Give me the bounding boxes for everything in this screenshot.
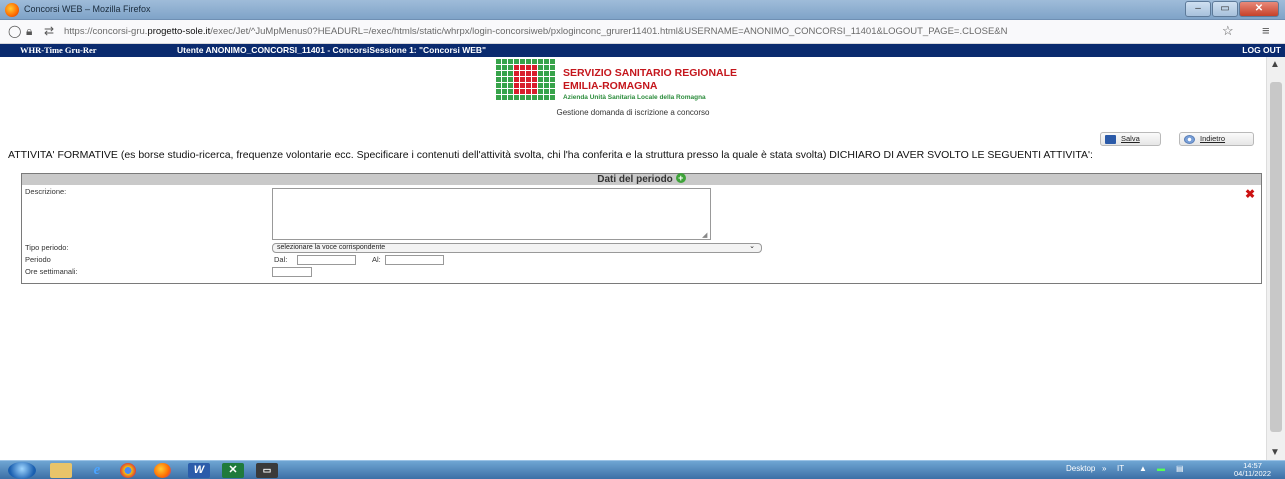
tipo-periodo-value: selezionare la voce corrispondente: [277, 244, 386, 251]
network-icon[interactable]: ▤: [1176, 464, 1184, 473]
subtitle-text: Gestione domanda di iscrizione a concors…: [556, 108, 710, 117]
floppy-icon: [1105, 135, 1116, 144]
save-label: Salva: [1121, 134, 1140, 143]
excel-icon[interactable]: ✕: [222, 463, 244, 478]
add-icon[interactable]: +: [675, 173, 686, 184]
back-button[interactable]: Indietro: [1179, 132, 1254, 146]
language-indicator[interactable]: IT: [1117, 464, 1124, 473]
save-button[interactable]: Salva: [1100, 132, 1161, 146]
user-info: Utente ANONIMO_CONCORSI_11401 - Concorsi…: [177, 45, 487, 55]
taskbar: e W ✕ ▭ Desktop » IT ▲ ▬ ▤ 14:57 04/11/2…: [0, 460, 1285, 479]
chevron-down-icon: ⌄: [749, 243, 755, 250]
delete-icon[interactable]: ✖: [1245, 187, 1255, 201]
logo-line2: EMILIA-ROMAGNA: [563, 80, 658, 92]
shield-icon[interactable]: ◯: [8, 24, 21, 38]
period-panel: Dati del periodo + ✖ Descrizione: ◢ Tipo …: [21, 173, 1262, 284]
resize-grip-icon[interactable]: ◢: [702, 231, 707, 239]
ssr-logo-icon: [496, 59, 556, 100]
main-content: SERVIZIO SANITARIO REGIONALE EMILIA-ROMA…: [0, 57, 1266, 460]
url-domain: progetto-sole.it: [147, 26, 211, 37]
window-title: Concorsi WEB – Mozilla Firefox: [24, 4, 151, 14]
system-clock[interactable]: 14:57 04/11/2022: [1234, 462, 1271, 478]
panel-header: Dati del periodo +: [22, 173, 1261, 185]
dal-label: Dal:: [274, 255, 288, 264]
al-input[interactable]: [385, 255, 444, 265]
start-button-icon[interactable]: [8, 462, 36, 479]
window-app-icon[interactable]: ▭: [256, 463, 278, 478]
maximize-button[interactable]: ▭: [1212, 1, 1238, 17]
logo-line3: Azienda Unità Sanitaria Locale della Rom…: [563, 94, 706, 101]
internet-explorer-icon[interactable]: e: [86, 463, 108, 478]
close-button[interactable]: ✕: [1239, 1, 1279, 17]
scroll-down-icon[interactable]: ▼: [1270, 447, 1280, 458]
url-prefix: https://concorsi-gru.: [64, 26, 148, 37]
page-scrollbar[interactable]: ▲ ▼: [1266, 57, 1285, 460]
logout-link[interactable]: LOG OUT: [1242, 45, 1281, 55]
url-path: /exec/Jet/^JuMpMenus0?HEADURL=/exec/html…: [210, 26, 1008, 37]
expand-icon[interactable]: »: [1102, 464, 1106, 473]
bookmark-star-icon[interactable]: ☆: [1222, 23, 1234, 39]
app-header: WHR-Time Gru-Rer Utente ANONIMO_CONCORSI…: [0, 44, 1285, 57]
battery-icon[interactable]: ▬: [1157, 464, 1165, 473]
word-icon[interactable]: W: [188, 463, 210, 478]
logo-text: SERVIZIO SANITARIO REGIONALE EMILIA-ROMA…: [563, 67, 737, 102]
tray-arrow-icon[interactable]: ▲: [1139, 464, 1147, 473]
back-arrow-icon: [1184, 135, 1195, 144]
scrollbar-thumb[interactable]: [1270, 82, 1282, 432]
clock-date: 04/11/2022: [1234, 469, 1271, 478]
firefox-icon: [5, 3, 19, 17]
permissions-icon[interactable]: ⇄: [44, 24, 54, 38]
menu-icon[interactable]: ≡: [1262, 23, 1270, 38]
desktop-toolbar[interactable]: Desktop: [1066, 464, 1095, 473]
lock-icon[interactable]: 🔒︎: [26, 24, 32, 39]
ore-settimanali-input[interactable]: [272, 267, 312, 277]
page-subtitle: Gestione domanda di iscrizione a concors…: [0, 108, 1266, 117]
address-input[interactable]: https://concorsi-gru.progetto-sole.it/ex…: [64, 26, 1214, 37]
periodo-label: Periodo: [25, 255, 51, 264]
descrizione-textarea[interactable]: [272, 188, 711, 240]
section-heading: ATTIVITA' FORMATIVE (es borse studio-ric…: [8, 149, 1093, 161]
ore-settimanali-label: Ore settimanali:: [25, 267, 78, 276]
app-name: WHR-Time Gru-Rer: [20, 45, 97, 55]
firefox-taskbar-icon[interactable]: [154, 463, 171, 478]
al-label: Al:: [372, 255, 381, 264]
panel-title: Dati del periodo: [597, 174, 673, 185]
descrizione-label: Descrizione:: [25, 187, 67, 196]
url-bar: ◯ 🔒︎ ⇄ https://concorsi-gru.progetto-sol…: [0, 20, 1285, 44]
logo-line1: SERVIZIO SANITARIO REGIONALE: [563, 67, 738, 79]
chrome-icon[interactable]: [120, 463, 136, 478]
tipo-periodo-label: Tipo periodo:: [25, 243, 69, 252]
file-explorer-icon[interactable]: [50, 463, 72, 478]
scroll-up-icon[interactable]: ▲: [1270, 59, 1280, 70]
window-titlebar: Concorsi WEB – Mozilla Firefox – ▭ ✕: [0, 0, 1285, 20]
minimize-button[interactable]: –: [1185, 1, 1211, 17]
dal-input[interactable]: [297, 255, 356, 265]
back-label: Indietro: [1200, 134, 1226, 143]
tipo-periodo-select[interactable]: selezionare la voce corrispondente ⌄: [272, 243, 762, 253]
